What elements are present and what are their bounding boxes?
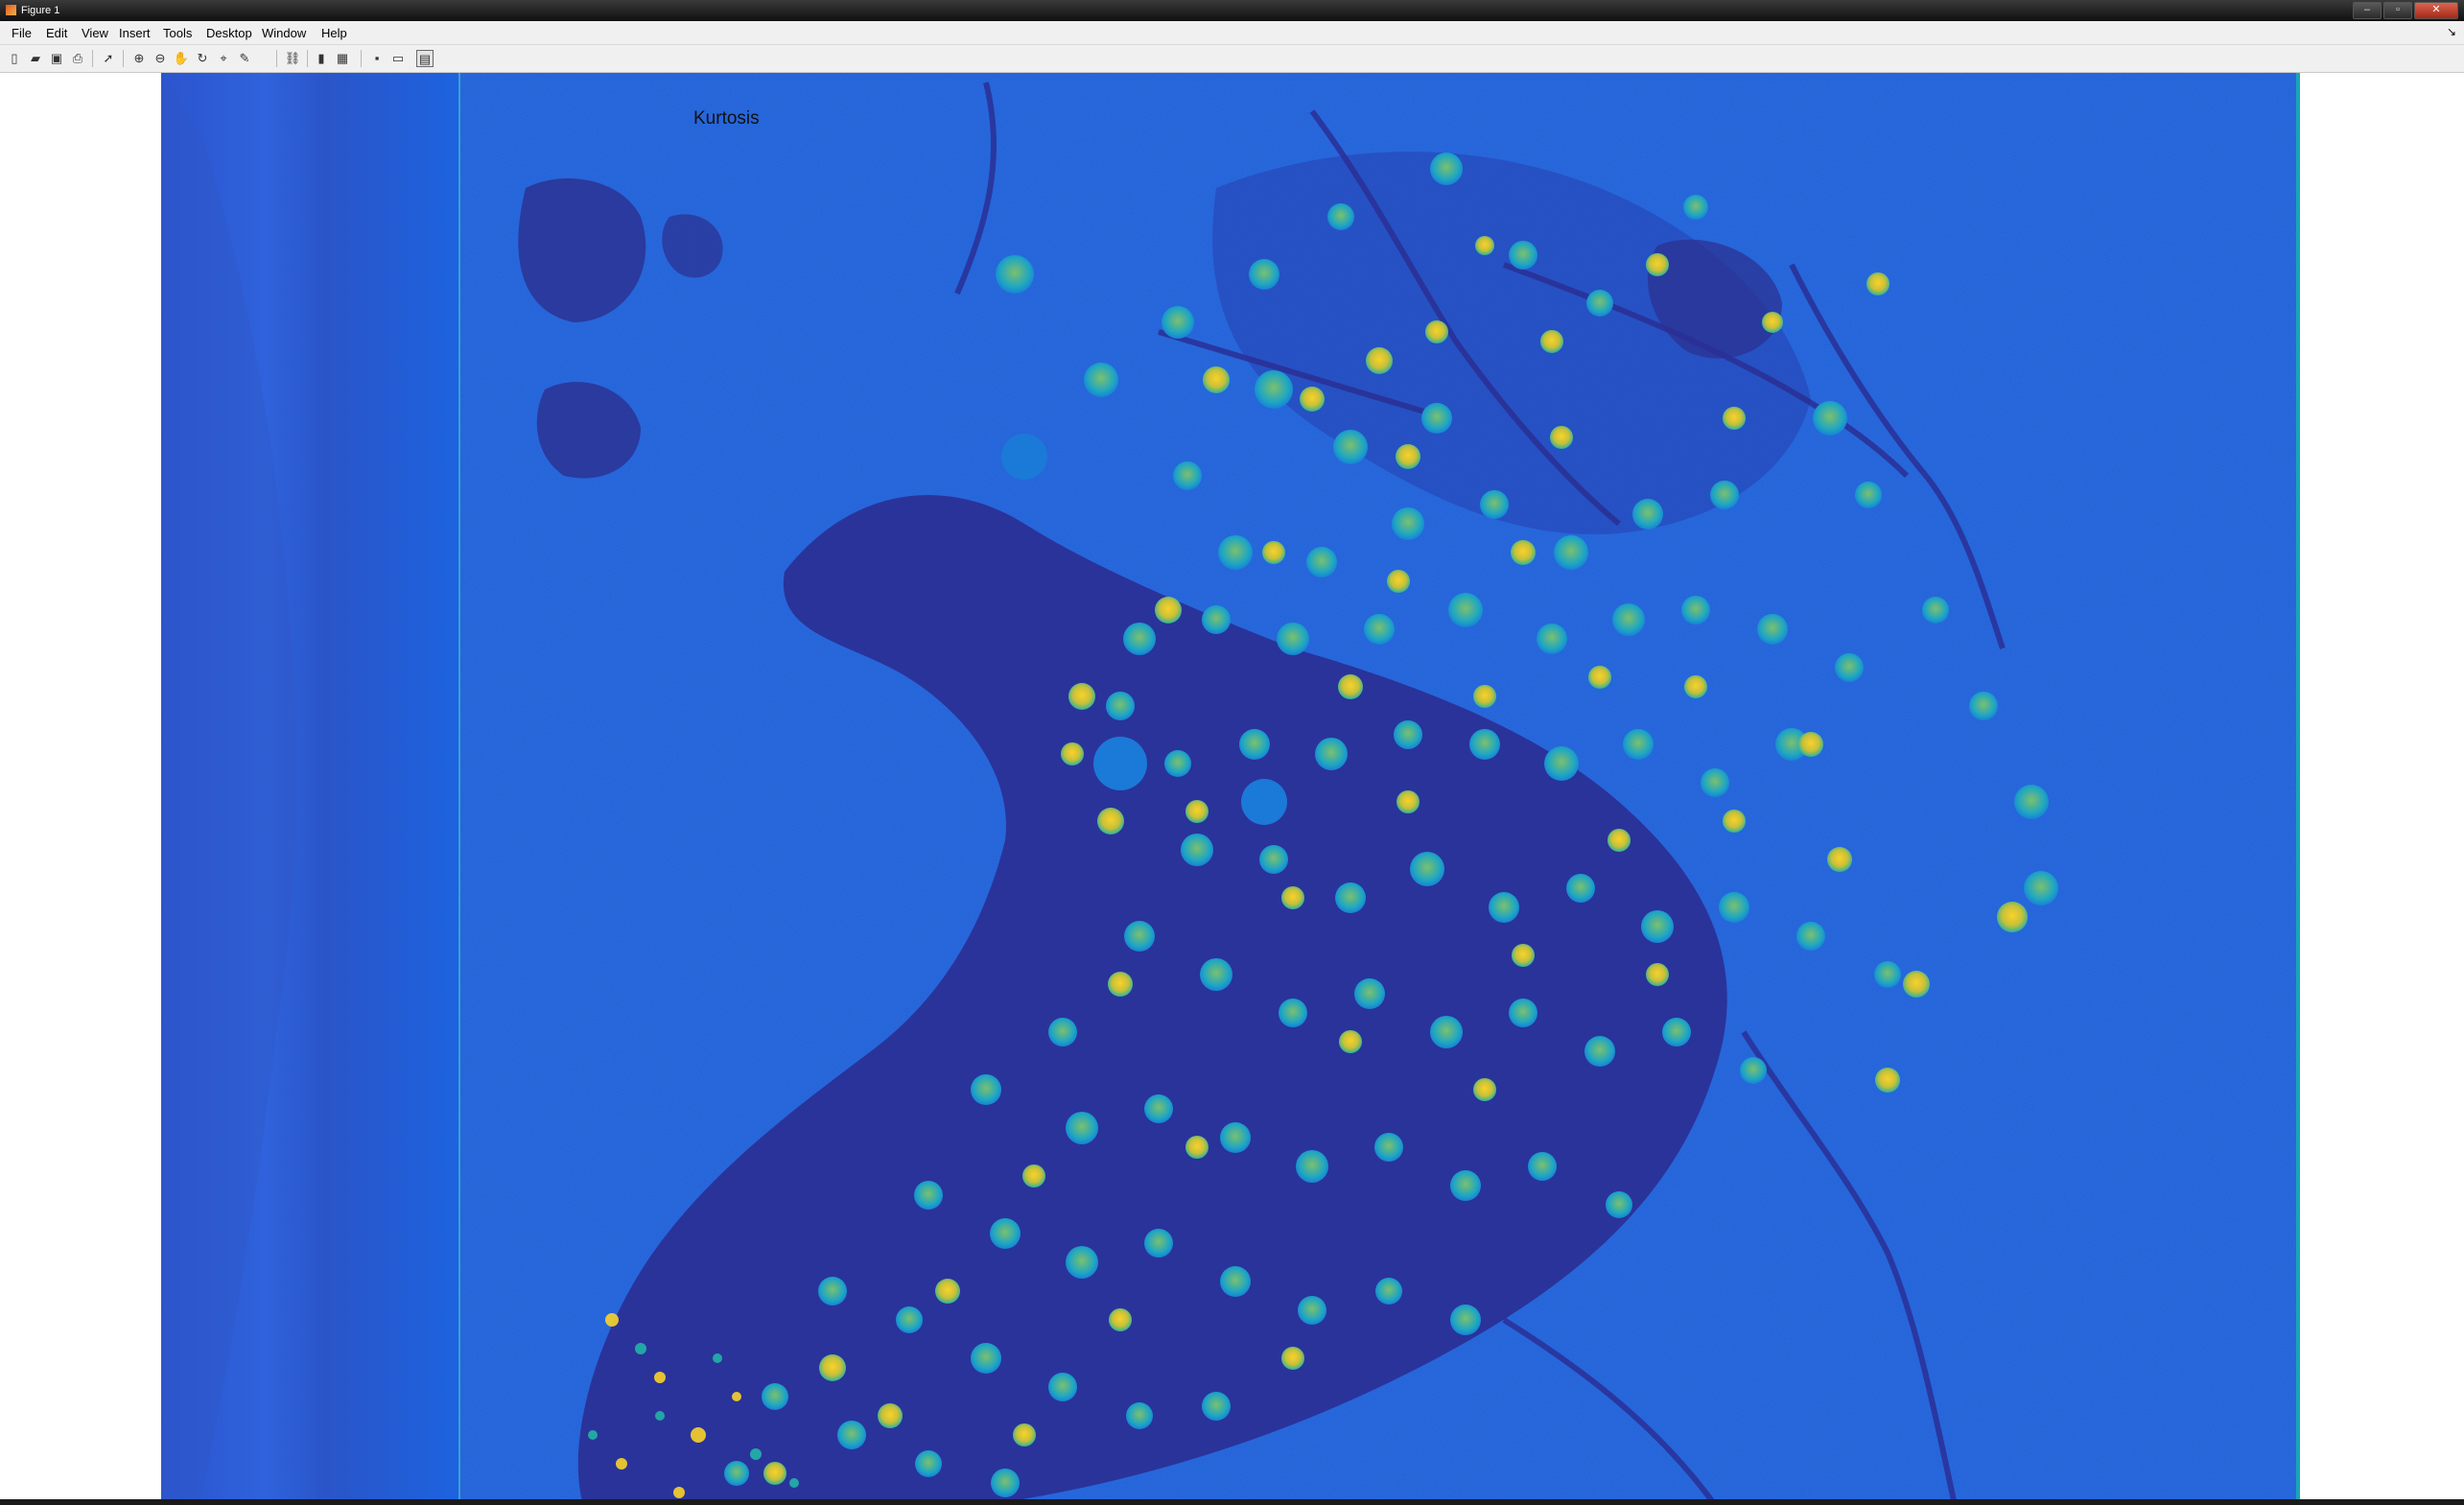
matlab-app-icon — [6, 5, 16, 15]
zoom-out-icon[interactable]: ⊖ — [152, 50, 169, 67]
menu-file[interactable]: File — [12, 26, 32, 40]
window-title: Figure 1 — [21, 5, 60, 16]
menu-desktop[interactable]: Desktop — [206, 26, 252, 40]
new-figure-icon[interactable]: ▯ — [6, 50, 23, 67]
menu-tools[interactable]: Tools — [163, 26, 192, 40]
toolbar-separator — [276, 50, 277, 67]
kurtosis-image — [161, 73, 2300, 1505]
close-button[interactable]: ✕ — [2414, 2, 2458, 19]
brush-icon[interactable]: ✎ — [236, 50, 253, 67]
plot-browser-icon[interactable]: ▤ — [416, 50, 434, 67]
link-plot-icon[interactable]: ⛓ — [284, 50, 301, 67]
maximize-button[interactable]: ▫ — [2383, 2, 2412, 19]
toolbar-separator — [361, 50, 362, 67]
hide-plot-tools-icon[interactable]: ▪ — [368, 50, 386, 67]
toolbar-separator — [92, 50, 93, 67]
colorbar-icon[interactable]: ▮ — [313, 50, 330, 67]
show-plot-tools-icon[interactable]: ▭ — [389, 50, 407, 67]
figure-toolbar: ▯ ▰ ▣ ⎙ ➚ ⊕ ⊖ ✋ ↻ ⌖ ✎ ⛓ ▮ ▦ ▪ ▭ ▤ — [0, 45, 2464, 73]
pan-icon[interactable]: ✋ — [173, 50, 190, 67]
menu-edit[interactable]: Edit — [46, 26, 67, 40]
print-icon[interactable]: ⎙ — [69, 50, 86, 67]
data-cursor-icon[interactable]: ⌖ — [215, 50, 232, 67]
window-controls: – ▫ ✕ — [2353, 2, 2458, 19]
figure-canvas: Kurtosis — [0, 73, 2464, 1505]
zoom-in-icon[interactable]: ⊕ — [130, 50, 148, 67]
menu-insert[interactable]: Insert — [119, 26, 151, 40]
edit-plot-icon[interactable]: ➚ — [100, 50, 117, 67]
menu-bar: File Edit View Insert Tools Desktop Wind… — [0, 21, 2464, 45]
save-icon[interactable]: ▣ — [48, 50, 65, 67]
menu-view[interactable]: View — [82, 26, 108, 40]
menu-help[interactable]: Help — [321, 26, 347, 40]
menu-window[interactable]: Window — [262, 26, 306, 40]
window-title-bar[interactable]: Figure 1 – ▫ ✕ — [0, 0, 2464, 21]
image-axes[interactable]: Kurtosis — [161, 73, 2300, 1505]
dock-figure-icon[interactable]: ↘ — [2447, 25, 2456, 38]
open-file-icon[interactable]: ▰ — [27, 50, 44, 67]
toolbar-separator — [307, 50, 308, 67]
rotate-3d-icon[interactable]: ↻ — [194, 50, 211, 67]
os-taskbar-strip — [0, 1499, 2464, 1505]
legend-icon[interactable]: ▦ — [334, 50, 351, 67]
minimize-button[interactable]: – — [2353, 2, 2382, 19]
toolbar-separator — [123, 50, 124, 67]
plot-title: Kurtosis — [693, 108, 760, 129]
